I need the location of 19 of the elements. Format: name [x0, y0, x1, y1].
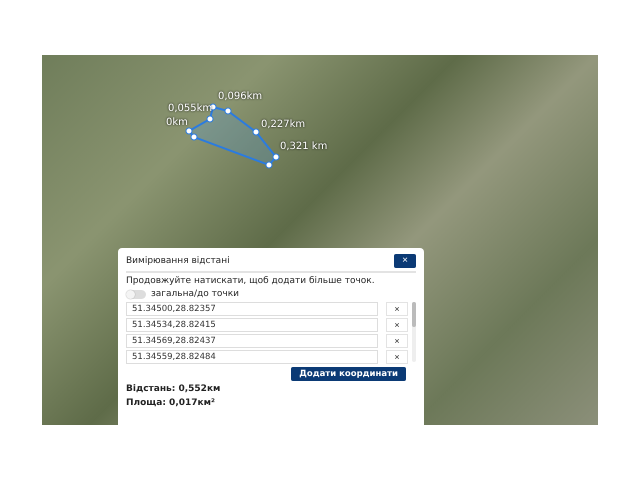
- hint-text: Продовжуйте натискати, щоб додати більше точок.: [126, 276, 376, 286]
- distance-label: 0,096km: [218, 91, 262, 102]
- remove-button[interactable]: ×: [386, 318, 408, 332]
- remove-button[interactable]: ×: [386, 302, 408, 316]
- distance-label: 0,227km: [261, 119, 306, 130]
- coordinate-field[interactable]: 51.34569,28.82437: [126, 334, 378, 348]
- remove-button[interactable]: ×: [386, 334, 408, 348]
- coordinate-field[interactable]: 51.34500,28.82357: [126, 302, 378, 316]
- add-coordinates-button[interactable]: Додати координати: [291, 367, 406, 381]
- distance-text: Відстань: 0,552км: [126, 384, 222, 395]
- remove-button[interactable]: ×: [386, 350, 408, 364]
- close-button[interactable]: ×: [394, 254, 416, 268]
- distance-label: 0,321 km: [280, 141, 328, 152]
- coordinate-field[interactable]: 51.34534,28.82415: [126, 318, 378, 332]
- coordinate-field[interactable]: 51.34559,28.82484: [126, 350, 378, 364]
- distance-label: 0km: [166, 117, 188, 128]
- area-text: Площа: 0,017км²: [126, 398, 216, 409]
- toggle-label: загальна/до точки: [151, 289, 239, 299]
- panel-title: Вимірювання відстані: [126, 256, 230, 266]
